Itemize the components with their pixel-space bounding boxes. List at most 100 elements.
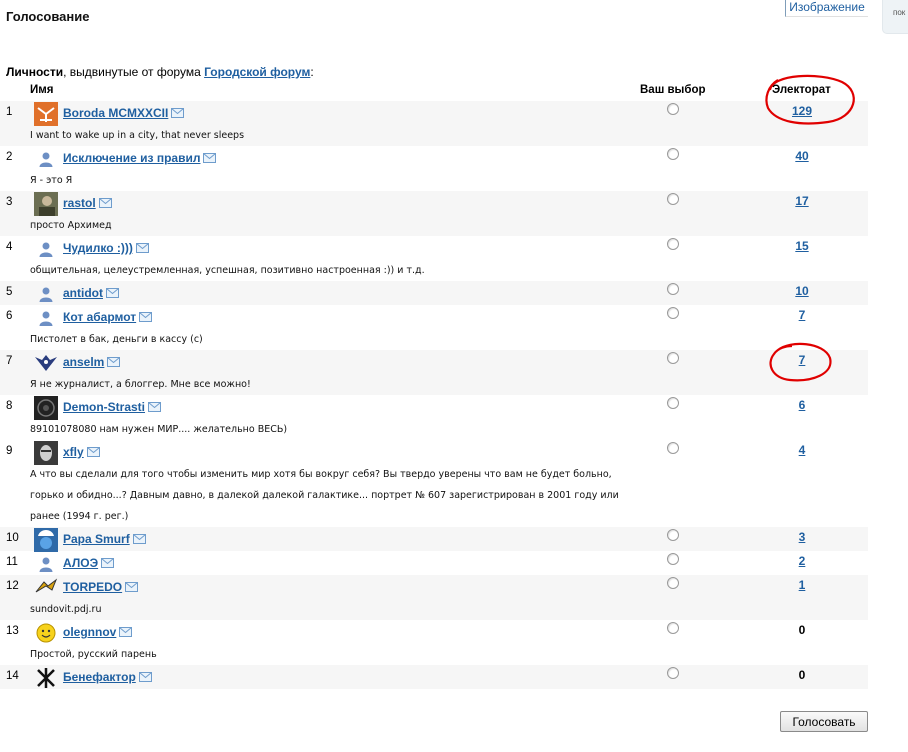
avatar[interactable] [34, 441, 58, 465]
vote-radio[interactable] [667, 529, 679, 541]
avatar[interactable] [34, 666, 58, 690]
avatar[interactable] [34, 306, 58, 330]
mail-icon[interactable] [138, 671, 152, 685]
vote-radio[interactable] [667, 193, 679, 205]
vote-radio[interactable] [667, 283, 679, 295]
avatar[interactable] [34, 282, 58, 306]
user-name: Demon-Strasti [63, 400, 146, 414]
user-link[interactable]: TORPEDO [63, 580, 139, 595]
table-row: 10 Papa Smurf 3 [0, 527, 868, 552]
avatar[interactable] [34, 192, 58, 216]
mail-icon[interactable] [148, 401, 162, 415]
status-text: Пистолет в бак, деньги в кассу (с) [30, 334, 203, 345]
vote-radio[interactable] [667, 622, 679, 634]
mail-icon[interactable] [98, 197, 112, 211]
table-row: 9 xfly А что вы сделали для того чтобы изм… [0, 440, 868, 527]
user-name: Boroda MCMXXCII [63, 106, 169, 120]
avatar[interactable] [34, 396, 58, 420]
user-link[interactable]: Boroda MCMXXCII [63, 106, 185, 121]
rank-number: 8 [6, 400, 13, 412]
vote-count[interactable]: 6 [782, 398, 822, 412]
intro-bold: Личности [6, 65, 64, 79]
vote-radio[interactable] [667, 238, 679, 250]
vote-radio[interactable] [667, 397, 679, 409]
intro-colon: : [310, 65, 314, 79]
vote-count[interactable]: 4 [782, 443, 822, 457]
table-row: 13 olegnnov Простой, русский парень 0 [0, 620, 868, 665]
vote-count: 0 [798, 623, 806, 637]
rank-number: 12 [6, 580, 19, 592]
vote-count[interactable]: 40 [782, 149, 822, 163]
avatar[interactable] [34, 552, 58, 576]
table-row: 4 Чудилко :))) общительная, целеустремленн… [0, 236, 868, 281]
vote-count[interactable]: 10 [782, 284, 822, 298]
avatar[interactable] [34, 147, 58, 171]
status-text: Простой, русский парень [30, 649, 157, 660]
mail-icon[interactable] [106, 287, 119, 301]
user-link[interactable]: Бенефактор [63, 670, 152, 685]
status-text: Я не журналист, а блоггер. Мне все можно… [30, 379, 251, 390]
rank-number: 11 [6, 556, 18, 568]
vote-count[interactable]: 7 [782, 353, 822, 367]
user-link[interactable]: Demon-Strasti [63, 400, 162, 415]
vote-count[interactable]: 15 [782, 239, 822, 253]
mail-icon[interactable] [125, 581, 139, 595]
mail-icon[interactable] [101, 557, 115, 571]
vote-radio[interactable] [667, 553, 679, 565]
user-link[interactable]: Кот абармот [63, 310, 153, 325]
vote-count[interactable]: 2 [782, 554, 822, 568]
vote-radio[interactable] [667, 352, 679, 364]
vote-radio[interactable] [667, 442, 679, 454]
page-title: Голосование [6, 9, 90, 24]
user-name: antidot [63, 286, 103, 300]
avatar[interactable] [34, 576, 58, 600]
rank-number: 1 [6, 106, 13, 118]
user-link[interactable]: antidot [63, 286, 119, 301]
mail-icon[interactable] [171, 107, 185, 121]
vote-count[interactable]: 129 [782, 104, 822, 118]
vote-radio[interactable] [667, 307, 679, 319]
table-row: 2 Исключение из правил Я - это Я 40 [0, 146, 868, 191]
vote-count[interactable]: 7 [782, 308, 822, 322]
table-row: 8 Demon-Strasti 89101078080 нам нужен МИР.… [0, 395, 868, 440]
vote-count[interactable]: 3 [782, 530, 822, 544]
mail-icon[interactable] [203, 152, 217, 166]
column-header-name: Имя [30, 84, 54, 96]
user-link[interactable]: Papa Smurf [63, 532, 146, 547]
user-link[interactable]: olegnnov [63, 625, 133, 640]
user-link[interactable]: Чудилко :))) [63, 241, 149, 256]
rank-number: 10 [6, 532, 19, 544]
intro-line: Личности, выдвинутые от форума Городской… [6, 65, 314, 79]
user-link[interactable]: rastol [63, 196, 112, 211]
mail-icon[interactable] [139, 311, 153, 325]
column-header-electorate: Электорат [772, 84, 831, 96]
user-link[interactable]: Исключение из правил [63, 151, 217, 166]
avatar[interactable] [34, 621, 58, 645]
vote-radio[interactable] [667, 148, 679, 160]
mail-icon[interactable] [119, 626, 133, 640]
status-text: общительная, целеустремленная, успешная,… [30, 265, 425, 276]
avatar[interactable] [34, 528, 58, 552]
user-link[interactable]: xfly [63, 445, 100, 460]
user-link[interactable]: anselm [63, 355, 121, 370]
side-tab[interactable]: пок [882, 0, 908, 34]
avatar[interactable] [34, 237, 58, 261]
mail-icon[interactable] [86, 446, 100, 460]
vote-radio[interactable] [667, 103, 679, 115]
mail-icon[interactable] [107, 356, 121, 370]
mail-icon[interactable] [135, 242, 149, 256]
vote-radio[interactable] [667, 577, 679, 589]
user-name: anselm [63, 355, 105, 369]
forum-link[interactable]: Городской форум [204, 65, 310, 79]
vote-button[interactable]: Голосовать [780, 711, 868, 732]
user-link[interactable]: АЛОЭ [63, 556, 115, 571]
table-row: 12 TORPEDO sundovit.pdj.ru 1 [0, 575, 868, 620]
avatar[interactable] [34, 351, 58, 375]
image-link[interactable]: Изображение [785, 0, 868, 17]
vote-count[interactable]: 17 [782, 194, 822, 208]
status-text: горько и обидно...? Давным давно, в дале… [30, 490, 619, 501]
mail-icon[interactable] [132, 533, 146, 547]
avatar[interactable] [34, 102, 58, 126]
vote-radio[interactable] [667, 667, 679, 679]
vote-count[interactable]: 1 [782, 578, 822, 592]
